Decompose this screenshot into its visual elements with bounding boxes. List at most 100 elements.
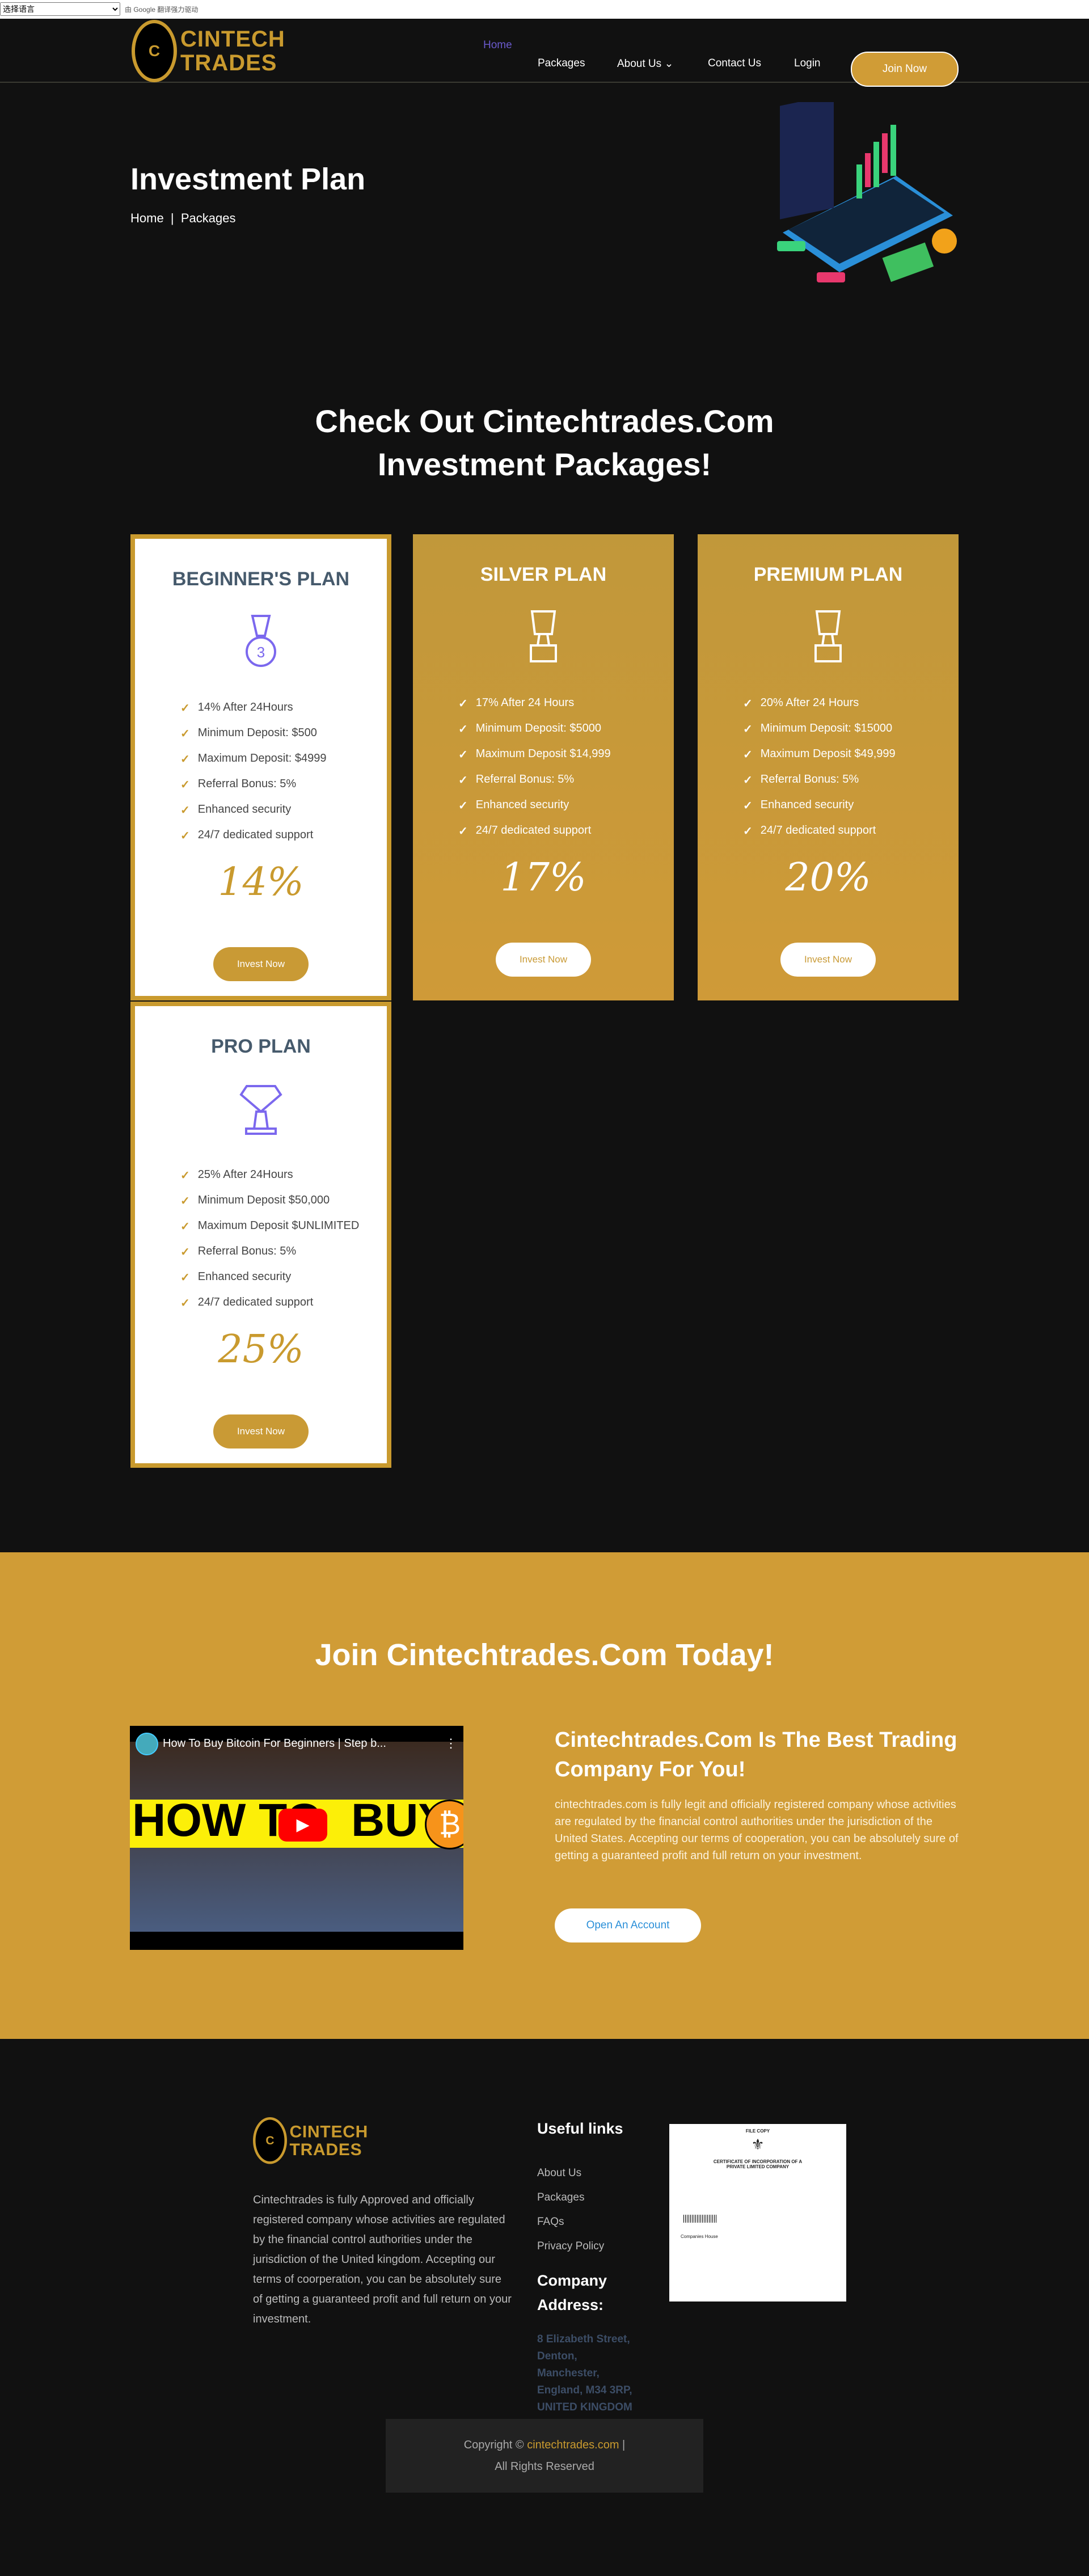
plan-feature: ✓ Enhanced security (743, 799, 959, 824)
company-address-title: Company Address: (537, 2272, 607, 2313)
plan-feature: ✓ Minimum Deposit: $5000 (458, 722, 674, 748)
video-title[interactable]: How To Buy Bitcoin For Beginners | Step … (163, 1737, 386, 1750)
plan-feature: ✓ Referral Bonus: 5% (743, 773, 959, 799)
address-line: UNITED KINGDOM (537, 2401, 632, 2413)
feature-text: Referral Bonus: 5% (197, 778, 297, 790)
incorporation-certificate[interactable]: FILE COPY ⚜ CERTIFICATE OF INCORPORATION… (669, 2124, 846, 2301)
breadcrumb-separator: | (170, 211, 174, 225)
useful-links: About Us Packages FAQs Privacy Policy (537, 2161, 604, 2258)
check-icon: ✓ (743, 723, 753, 736)
nav-login[interactable]: Login (794, 57, 821, 70)
nav-packages[interactable]: Packages (538, 57, 585, 70)
nav-contact-us[interactable]: Contact Us (708, 57, 761, 70)
invest-now-button[interactable]: Invest Now (780, 943, 876, 977)
trading-chart-illustration (777, 102, 957, 282)
plan-rate: 20% (785, 855, 871, 900)
feature-text: 24/7 dedicated support (197, 829, 314, 841)
check-icon: ✓ (743, 698, 753, 710)
feature-text: 20% After 24 Hours (760, 696, 859, 709)
plan-feature: ✓ Enhanced security (180, 803, 387, 829)
plan-name: BEGINNER'S PLAN (172, 568, 350, 590)
page-title: Investment Plan (130, 162, 366, 196)
footer-link-faqs[interactable]: FAQs (537, 2210, 604, 2234)
open-account-button[interactable]: Open An Account (555, 1908, 701, 1942)
check-icon: ✓ (180, 804, 190, 817)
plan-feature: ✓ 24/7 dedicated support (458, 824, 674, 850)
packages-heading-line2: Investment Packages! (377, 446, 712, 482)
feature-text: 17% After 24 Hours (475, 696, 575, 709)
check-icon: ✓ (180, 779, 190, 791)
feature-text: Maximum Deposit $14,999 (475, 748, 611, 760)
footer-logo[interactable]: C CINTECH TRADES (253, 2117, 368, 2164)
join-body: cintechtrades.com is fully legit and off… (555, 1798, 959, 1862)
invest-now-button[interactable]: Invest Now (213, 1414, 309, 1449)
feature-text: 24/7 dedicated support (475, 824, 592, 837)
address-line: Denton, (537, 2350, 577, 2362)
chevron-down-icon: ⌄ (664, 58, 674, 70)
channel-avatar[interactable] (136, 1733, 158, 1755)
check-icon: ✓ (458, 800, 468, 812)
address-line: Manchester, (537, 2367, 600, 2379)
breadcrumb-home[interactable]: Home (130, 211, 164, 225)
cert-file-copy: FILE COPY (745, 2129, 770, 2134)
more-options-icon[interactable]: ⋮ (445, 1736, 457, 1751)
feature-text: Maximum Deposit $49,999 (760, 748, 896, 760)
logo-coin-icon: C (132, 20, 177, 82)
plan-card: SILVER PLAN ✓ 17% After 24 Hours ✓ Minimum … (413, 534, 674, 1000)
check-icon: ✓ (180, 1272, 190, 1284)
invest-now-button[interactable]: Invest Now (213, 947, 309, 981)
footer-link-privacy[interactable]: Privacy Policy (537, 2234, 604, 2258)
feature-text: Minimum Deposit: $5000 (475, 722, 601, 734)
copyright-text: Copyright © (463, 2439, 527, 2451)
check-icon: ✓ (180, 830, 190, 842)
nav-about-us[interactable]: About Us ⌄ (617, 57, 673, 70)
footer-about: Cintechtrades is fully Approved and offi… (253, 2194, 512, 2325)
diamond-trophy-icon (238, 1080, 284, 1137)
nav-home[interactable]: Home (483, 39, 512, 52)
join-now-button[interactable]: Join Now (851, 52, 959, 87)
youtube-video-embed[interactable]: HOW TO BUY ₿ ▶ How To Buy Bitcoin For Be… (130, 1726, 463, 1950)
check-icon: ✓ (743, 825, 753, 838)
cert-companies-house: Companies House (681, 2234, 718, 2239)
footer-link-packages[interactable]: Packages (537, 2185, 604, 2210)
plan-feature: ✓ Enhanced security (458, 799, 674, 824)
join-heading: Join Cintechtrades.Com Today! (315, 1638, 774, 1672)
plan-feature: ✓ Enhanced security (180, 1270, 387, 1296)
check-icon: ✓ (180, 1169, 190, 1182)
feature-text: Minimum Deposit: $500 (197, 727, 317, 739)
language-select[interactable]: 选择语言 (0, 2, 120, 16)
plan-feature: ✓ Referral Bonus: 5% (458, 773, 674, 799)
plan-features: ✓ 20% After 24 Hours ✓ Minimum Deposit: $15… (743, 696, 959, 850)
rights-reserved: All Rights Reserved (495, 2460, 594, 2473)
footer-logo-bottom: TRADES (289, 2140, 362, 2159)
nav-about-label: About Us (617, 58, 662, 70)
plan-rate: 17% (500, 855, 586, 900)
barcode (683, 2215, 717, 2223)
plan-name: PREMIUM PLAN (753, 564, 903, 585)
plan-features: ✓ 14% After 24Hours ✓ Minimum Deposit: $500… (180, 701, 387, 854)
plan-rate: 25% (218, 1327, 304, 1372)
copyright-bar: Copyright © cintechtrades.com | All Righ… (386, 2419, 703, 2493)
copyright-link[interactable]: cintechtrades.com (527, 2439, 619, 2451)
breadcrumb: Home | Packages (130, 211, 236, 226)
feature-text: 24/7 dedicated support (197, 1296, 314, 1308)
plan-feature: ✓ Maximum Deposit $14,999 (458, 748, 674, 773)
plan-feature: ✓ Maximum Deposit: $4999 (180, 752, 387, 778)
copyright-sep: | (619, 2439, 626, 2451)
check-icon: ✓ (180, 1246, 190, 1259)
invest-now-button[interactable]: Invest Now (496, 943, 591, 977)
check-icon: ✓ (743, 749, 753, 761)
plan-name: PRO PLAN (211, 1036, 311, 1057)
cert-title: CERTIFICATE OF INCORPORATION OF A PRIVAT… (713, 2159, 803, 2169)
feature-text: 14% After 24Hours (197, 701, 293, 713)
footer-link-about-us[interactable]: About Us (537, 2161, 604, 2185)
plan-rate: 14% (218, 860, 304, 905)
breadcrumb-current: Packages (180, 211, 236, 225)
youtube-play-icon[interactable]: ▶ (278, 1809, 327, 1842)
feature-text: Enhanced security (760, 799, 854, 811)
logo[interactable]: C CINTECH TRADES (132, 20, 285, 82)
plan-features: ✓ 25% After 24Hours ✓ Minimum Deposit $50,0… (180, 1168, 387, 1321)
check-icon: ✓ (180, 1221, 190, 1233)
join-subheading: Cintechtrades.Com Is The Best Trading Co… (555, 1728, 957, 1781)
feature-text: 25% After 24Hours (197, 1168, 293, 1181)
